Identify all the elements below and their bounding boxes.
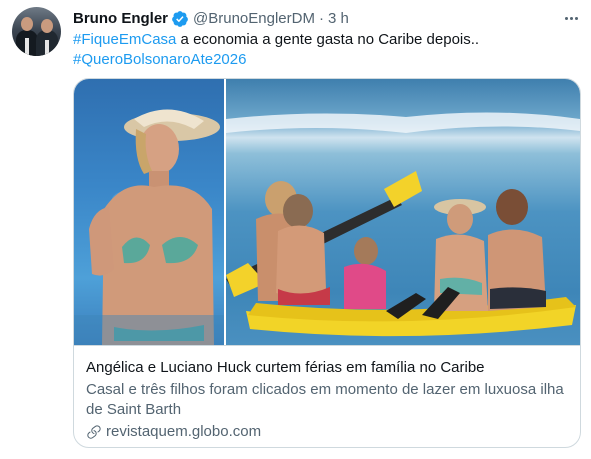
tweet-text: #FiqueEmCasa a economia a gente gasta no… xyxy=(73,30,573,70)
author-name[interactable]: Bruno Engler xyxy=(73,9,168,29)
avatar-shirt-left xyxy=(25,38,29,56)
tweet-timestamp[interactable]: 3 h xyxy=(328,9,349,29)
more-options-icon[interactable] xyxy=(561,8,581,28)
card-image-right xyxy=(226,79,580,345)
author-handle[interactable]: @BrunoEnglerDM xyxy=(193,9,315,29)
header-separator: · xyxy=(318,10,324,27)
card-description: Casal e três filhos foram clicados em mo… xyxy=(86,381,564,418)
card-image-left xyxy=(74,79,224,345)
hashtag-link[interactable]: #FiqueEmCasa xyxy=(73,31,176,48)
woman-in-sea-photo xyxy=(74,109,224,345)
link-icon xyxy=(87,425,101,439)
card-media[interactable] xyxy=(74,79,580,345)
avatar-shirt-right xyxy=(45,40,49,56)
avatar[interactable] xyxy=(12,7,61,56)
hashtag-link[interactable]: #QueroBolsonaroAte2026 xyxy=(73,51,246,68)
card-title: Angélica e Luciano Huck curtem férias em… xyxy=(86,359,485,376)
tweet-body-text: a economia a gente gasta no Caribe depoi… xyxy=(176,31,480,48)
card-domain: revistaquem.globo.com xyxy=(86,422,568,442)
card-info[interactable]: Angélica e Luciano Huck curtem férias em… xyxy=(74,345,580,447)
card-domain-text[interactable]: revistaquem.globo.com xyxy=(106,422,261,442)
tweet[interactable]: Bruno Engler @BrunoEnglerDM · 3 h #Fique… xyxy=(0,0,591,459)
link-card[interactable]: Angélica e Luciano Huck curtem férias em… xyxy=(73,78,581,448)
family-kayak-photo xyxy=(226,112,580,337)
tweet-header: Bruno Engler @BrunoEnglerDM · 3 h xyxy=(73,9,349,29)
avatar-head-left xyxy=(21,17,33,31)
avatar-head-right xyxy=(41,19,53,33)
verified-badge-icon xyxy=(172,11,188,27)
